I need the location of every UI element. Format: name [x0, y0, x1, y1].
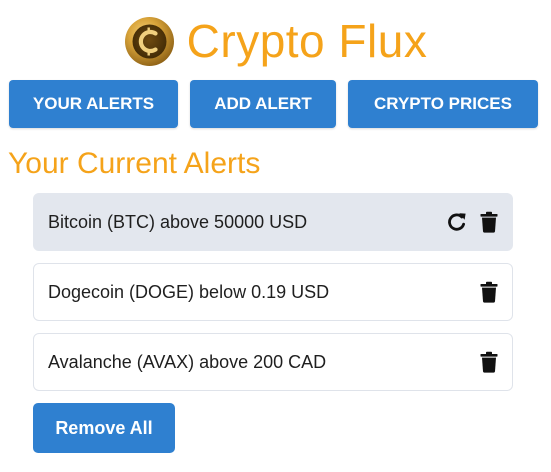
alert-text: Avalanche (AVAX) above 200 CAD [48, 351, 327, 372]
alert-text: Dogecoin (DOGE) below 0.19 USD [48, 281, 330, 302]
trash-icon[interactable] [478, 350, 500, 374]
alert-actions [478, 334, 500, 390]
section-title: Your Current Alerts [8, 147, 261, 180]
crypto-prices-button[interactable]: CRYPTO PRICES [348, 80, 538, 128]
alert-item[interactable]: Dogecoin (DOGE) below 0.19 USD [33, 263, 513, 321]
alert-item[interactable]: Avalanche (AVAX) above 200 CAD [33, 333, 513, 391]
trash-icon[interactable] [478, 210, 500, 234]
your-alerts-button[interactable]: YOUR ALERTS [9, 80, 178, 128]
trash-icon[interactable] [478, 280, 500, 304]
main-nav: YOUR ALERTS ADD ALERT CRYPTO PRICES [0, 80, 551, 128]
alert-actions [446, 194, 500, 250]
alert-list: Bitcoin (BTC) above 50000 USD Dogecoin (… [33, 193, 513, 403]
add-alert-button[interactable]: ADD ALERT [190, 80, 336, 128]
app-title: Crypto Flux [186, 15, 428, 67]
refresh-icon[interactable] [446, 210, 468, 234]
alert-item[interactable]: Bitcoin (BTC) above 50000 USD [33, 193, 513, 251]
alert-text: Bitcoin (BTC) above 50000 USD [48, 211, 308, 232]
remove-all-button[interactable]: Remove All [33, 403, 175, 453]
bitcoin-coin-icon [124, 16, 174, 66]
header: Crypto Flux [0, 8, 551, 74]
alert-actions [478, 264, 500, 320]
